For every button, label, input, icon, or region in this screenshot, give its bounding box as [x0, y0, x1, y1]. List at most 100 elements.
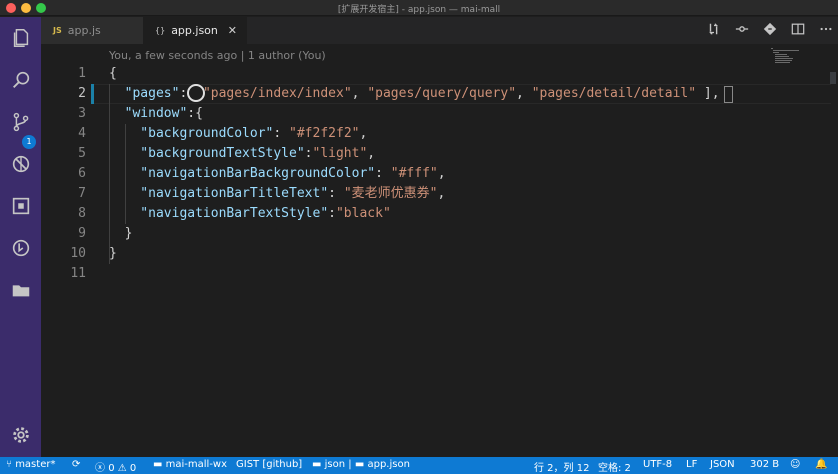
code-editor[interactable]: You, a few seconds ago | 1 author (You) …	[41, 44, 838, 457]
json-string: "pages/detail/detail"	[531, 86, 697, 101]
close-icon[interactable]: ✕	[228, 24, 237, 37]
json-key: "navigationBarTitleText"	[109, 186, 329, 201]
encoding[interactable]: UTF-8	[643, 459, 672, 470]
debug-icon[interactable]	[8, 151, 33, 176]
tab-app-js[interactable]: JS app.js	[41, 17, 143, 44]
code-line[interactable]: 3 "window":{	[41, 104, 831, 124]
line-code: "window":{	[109, 104, 203, 124]
tab-label: app.json	[171, 24, 218, 37]
line-number: 11	[70, 266, 86, 281]
indentation[interactable]: 空格: 2	[598, 459, 631, 474]
folder-icon: ▬	[354, 459, 365, 470]
code-line[interactable]: 7 "navigationBarTitleText": "麦老师优惠券",	[41, 184, 831, 204]
line-number: 2	[78, 86, 86, 101]
line-number: 1	[78, 66, 86, 81]
json-key: "window"	[109, 106, 188, 121]
punctuation: ],	[696, 86, 720, 101]
punctuation: :	[273, 126, 290, 141]
line-number: 7	[78, 186, 86, 201]
code-line[interactable]: 9 }	[41, 224, 831, 244]
code-line[interactable]: 10}	[41, 244, 831, 264]
source-control-icon[interactable]	[8, 109, 33, 134]
punctuation: ,	[437, 186, 446, 201]
settings-gear-icon[interactable]	[8, 422, 33, 447]
language-mode[interactable]: JSON	[710, 459, 735, 470]
code-line[interactable]: 4 "backgroundColor": "#f2f2f2",	[41, 124, 831, 144]
punctuation: :	[375, 166, 391, 181]
punctuation: ,	[437, 166, 446, 181]
git-blame-codelens[interactable]: You, a few seconds ago | 1 author (You)	[109, 49, 326, 62]
timeline-icon[interactable]	[8, 235, 33, 260]
window-title: [扩展开发宿主] - app.json — mai-mall	[337, 5, 501, 15]
folder-icon[interactable]	[8, 277, 33, 302]
line-number: 8	[78, 206, 86, 221]
line-code: "backgroundTextStyle":"light",	[109, 144, 375, 164]
end-of-line[interactable]: LF	[686, 459, 697, 470]
line-number: 6	[78, 166, 86, 181]
git-branch[interactable]: ⑂ master*	[6, 459, 55, 470]
json-string: "麦老师优惠券"	[343, 186, 438, 201]
split-editor-icon[interactable]	[790, 22, 806, 38]
cursor-position[interactable]: 行 2，列 12	[534, 459, 589, 474]
punctuation: :	[328, 206, 336, 221]
more-actions-icon[interactable]	[818, 22, 834, 38]
notifications-bell-icon[interactable]: 🔔	[815, 459, 827, 470]
punctuation: }	[109, 226, 133, 241]
code-line[interactable]: 1{	[41, 64, 831, 84]
breadcrumb[interactable]: ▬ json | ▬ app.json	[312, 459, 410, 470]
code-line[interactable]: 8 "navigationBarTextStyle":"black"	[41, 204, 831, 224]
punctuation: :	[304, 146, 313, 161]
problems-indicator[interactable]: ⓧ 0 ⚠ 0	[95, 459, 136, 474]
punctuation: ,	[367, 146, 376, 161]
json-key: "backgroundTextStyle"	[109, 146, 305, 161]
json-key: "navigationBarBackgroundColor"	[109, 166, 376, 181]
json-file-icon: {}	[155, 26, 166, 35]
title-bar: [扩展开发宿主] - app.json — mai-mall	[0, 0, 838, 16]
gist-status[interactable]: GIST [github]	[236, 459, 302, 470]
punctuation: ,	[351, 86, 368, 101]
feedback-icon[interactable]: ☺	[790, 459, 800, 470]
open-changes-icon[interactable]	[706, 22, 722, 38]
json-string: "#fff"	[390, 166, 438, 181]
json-key: "backgroundColor"	[109, 126, 274, 141]
code-line[interactable]: 11	[41, 264, 831, 284]
line-code: }	[109, 224, 133, 244]
punctuation: }	[109, 246, 117, 261]
git-branch-icon: ⑂	[6, 459, 12, 470]
editor-tabs: JS app.js {} app.json ✕	[41, 17, 838, 44]
scroll-thumb[interactable]	[830, 72, 836, 84]
go-back-icon[interactable]	[734, 22, 750, 38]
json-string: "#f2f2f2"	[289, 126, 360, 141]
vertical-scrollbar[interactable]	[828, 44, 838, 457]
code-line[interactable]: 2 "pages": "pages/index/index", "pages/q…	[41, 84, 831, 104]
sync-icon[interactable]: ⟳	[72, 459, 80, 470]
scm-badge: 1	[22, 135, 36, 149]
punctuation: ,	[359, 126, 368, 141]
js-file-icon: JS	[53, 26, 62, 35]
punctuation: :{	[187, 106, 203, 121]
extensions-icon[interactable]	[8, 193, 33, 218]
json-key: "pages"	[109, 86, 180, 101]
code-line[interactable]: 6 "navigationBarBackgroundColor": "#fff"…	[41, 164, 831, 184]
code-line[interactable]: 5 "backgroundTextStyle":"light",	[41, 144, 831, 164]
git-compare-icon[interactable]	[762, 22, 778, 38]
punctuation: {	[109, 66, 117, 81]
line-number: 4	[78, 126, 86, 141]
folder-icon: ▬	[312, 459, 322, 470]
line-number: 10	[70, 246, 86, 261]
line-number: 9	[78, 226, 86, 241]
project-folder[interactable]: ▬ mai-mall-wx	[153, 459, 227, 470]
tab-app-json[interactable]: {} app.json ✕	[143, 17, 247, 44]
line-code: "navigationBarBackgroundColor": "#fff",	[109, 164, 446, 184]
minimap[interactable]	[771, 44, 831, 74]
search-icon[interactable]	[8, 67, 33, 92]
json-string: "pages/index/index"	[202, 86, 352, 101]
line-number: 5	[78, 146, 86, 161]
bracket-match-highlight	[724, 86, 733, 103]
json-string: "light"	[312, 146, 368, 161]
mouse-cursor-indicator	[187, 84, 205, 102]
json-key: "navigationBarTextStyle"	[109, 206, 329, 221]
files-icon[interactable]	[8, 25, 33, 50]
editor-toolbar	[706, 22, 834, 38]
error-icon: ⓧ	[95, 463, 105, 474]
